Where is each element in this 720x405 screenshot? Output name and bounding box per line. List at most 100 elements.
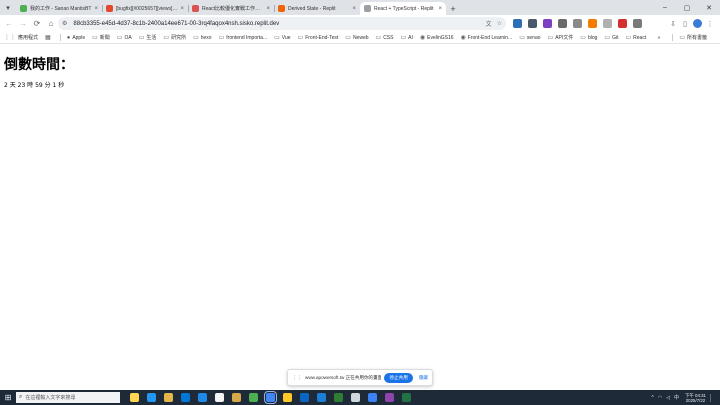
bookmark-item[interactable]: ◉ EvelinGS16	[420, 34, 454, 42]
extension-icon[interactable]	[633, 19, 642, 28]
folder-icon: ▭	[580, 35, 586, 41]
countdown-text: 2 天 23 時 59 分 1 秒	[4, 82, 65, 89]
address-url[interactable]: 88cb3355-e45d-4d37-8c1b-2400a14ee671-00-…	[73, 21, 480, 27]
reload-icon[interactable]: ⟳	[30, 17, 44, 31]
browser-tab[interactable]: [bugfix][#0025657][views] Sc ×	[102, 2, 188, 15]
folder-icon: ▭	[218, 35, 225, 41]
bookmark-item[interactable]: ▭ CSS	[376, 34, 394, 42]
site-info-icon[interactable]: ⚙	[62, 20, 67, 27]
taskbar-app-icon[interactable]	[385, 393, 394, 402]
all-bookmarks-button[interactable]: ▭ 所有書籤	[679, 34, 707, 41]
page-content: 倒數時間： 2 天 23 時 59 分 1 秒	[0, 45, 720, 390]
download-icon[interactable]: ⇩	[667, 20, 679, 28]
volume-icon[interactable]: ◁	[666, 395, 670, 401]
bookmarks-overflow-icon[interactable]: »	[658, 35, 661, 41]
taskbar-app-icon[interactable]	[130, 393, 139, 402]
ime-icon[interactable]: 中	[674, 394, 679, 401]
taskbar-app-icon[interactable]	[351, 393, 360, 402]
profile-avatar[interactable]	[693, 19, 702, 28]
tab-search-icon[interactable]: ▾	[0, 1, 16, 15]
bookmark-item[interactable]: ◉ Front-End Learnin...	[461, 34, 513, 42]
taskbar-clock[interactable]: 下午 04:31 2025/7/22	[685, 393, 706, 403]
taskbar-search[interactable]: ⌕ 在這裡輸入文字來搜尋	[16, 392, 120, 403]
bookmark-item[interactable]: ▭ OA	[117, 34, 132, 42]
taskbar-app-icon[interactable]	[215, 393, 224, 402]
folder-icon: ▭	[604, 35, 611, 41]
tab-close-icon[interactable]: ×	[94, 6, 98, 12]
browser-tab[interactable]: Derived State - Replit ×	[274, 2, 360, 15]
bookmark-item[interactable]: ▦	[45, 34, 53, 41]
taskbar-app-icon[interactable]	[181, 393, 190, 402]
bookmark-item[interactable]: ▭ blog	[580, 34, 597, 42]
bookmark-item[interactable]: ▭ Git	[604, 34, 618, 42]
taskbar-app-icon[interactable]	[249, 393, 258, 402]
menu-icon[interactable]: ⋮	[704, 20, 716, 28]
taskbar-app-icon[interactable]	[402, 393, 411, 402]
taskbar-app-icon[interactable]	[334, 393, 343, 402]
forward-icon[interactable]: →	[16, 17, 30, 31]
tab-close-icon[interactable]: ×	[352, 6, 356, 12]
tray-overflow-icon[interactable]: ^	[651, 395, 653, 401]
extension-icon[interactable]	[543, 19, 552, 28]
bookmark-item[interactable]: ▭ Front-End-Test	[298, 34, 339, 42]
back-icon[interactable]: ←	[2, 17, 16, 31]
close-window-icon[interactable]: ✕	[698, 0, 720, 15]
bookmark-item[interactable]: ● Apple	[67, 35, 85, 41]
windows-start-icon[interactable]: ⊞	[0, 390, 16, 405]
new-tab-button[interactable]: +	[446, 2, 460, 15]
bookmark-item[interactable]: ▭ API文件	[548, 34, 574, 41]
bookmark-item[interactable]: ▭ hexo	[193, 34, 212, 42]
bookmarks-right: » ▭ 所有書籤	[658, 32, 714, 43]
tab-close-icon[interactable]: ×	[266, 6, 270, 12]
minimize-icon[interactable]: –	[654, 0, 676, 15]
bookmark-star-icon[interactable]: ☆	[497, 20, 502, 27]
bookmark-item[interactable]: ▭ Neweb	[345, 34, 368, 42]
extension-icon[interactable]	[588, 19, 597, 28]
home-icon[interactable]: ⌂	[44, 17, 58, 31]
browser-tab[interactable]: React比較優化實戰工作的畫面 ×	[188, 2, 274, 15]
taskbar-app-icon[interactable]	[164, 393, 173, 402]
notification-icon[interactable]	[710, 393, 716, 402]
taskbar-app-icon[interactable]	[232, 393, 241, 402]
extension-icon[interactable]	[618, 19, 627, 28]
extension-icon[interactable]	[573, 19, 582, 28]
taskbar-app-icon[interactable]	[147, 393, 156, 402]
folder-icon: ▭	[163, 35, 170, 41]
clock-time: 下午 04:31	[685, 392, 706, 398]
tab-close-icon[interactable]: ×	[438, 6, 442, 12]
address-bar[interactable]: ⚙ 88cb3355-e45d-4d37-8c1b-2400a14ee671-0…	[58, 17, 506, 30]
maximize-icon[interactable]: ▢	[676, 0, 698, 15]
taskbar-app-icon[interactable]	[283, 393, 292, 402]
bookmark-item[interactable]: ⋮⋮ 應用程式	[4, 34, 38, 41]
bookmark-item[interactable]: ▭ 新聞	[92, 34, 110, 41]
taskbar-app-icon[interactable]	[300, 393, 309, 402]
all-bookmarks-label: 所有書籤	[686, 35, 707, 41]
extension-icon[interactable]	[513, 19, 522, 28]
extension-icon[interactable]	[558, 19, 567, 28]
bookmark-item[interactable]: ▭ 研究所	[163, 34, 186, 41]
hide-banner-link[interactable]: 隱藏	[419, 375, 428, 381]
tab-label: React比較優化實戰工作的畫面	[202, 6, 265, 12]
side-panel-icon[interactable]: ▯	[679, 20, 691, 28]
bookmark-item[interactable]: ▭ frontend Importa...	[218, 34, 268, 42]
taskbar-app-icon[interactable]	[198, 393, 207, 402]
tab-close-icon[interactable]: ×	[180, 6, 184, 12]
taskbar-app-icon[interactable]	[368, 393, 377, 402]
browser-tab[interactable]: 我的工作 - Sanao MantisBT ×	[16, 2, 102, 15]
tab-list: 我的工作 - Sanao MantisBT × [bugfix][#0025657]…	[16, 2, 446, 15]
taskbar-app-icon[interactable]	[264, 391, 277, 404]
translate-icon[interactable]: 文	[486, 19, 492, 28]
bookmark-item[interactable]: ▭ 生活	[139, 34, 157, 41]
extension-icon[interactable]	[528, 19, 537, 28]
tab-favicon-icon	[364, 5, 371, 12]
bookmark-item[interactable]: ▭ senao	[519, 34, 540, 42]
network-icon[interactable]: ◠	[658, 395, 662, 401]
bookmark-item[interactable]: ▭ AI	[400, 34, 412, 42]
bookmark-item[interactable]: ▭ React	[625, 34, 646, 42]
stop-sharing-button[interactable]: 停止共用	[384, 372, 413, 383]
extension-icon[interactable]	[603, 19, 612, 28]
taskbar-app-icon[interactable]	[317, 393, 326, 402]
bookmark-item[interactable]: ▭ Vue	[274, 34, 290, 42]
browser-tab[interactable]: React + TypeScript - Replit ×	[360, 2, 446, 15]
drag-handle-icon[interactable]: ⋮⋮	[292, 375, 302, 381]
